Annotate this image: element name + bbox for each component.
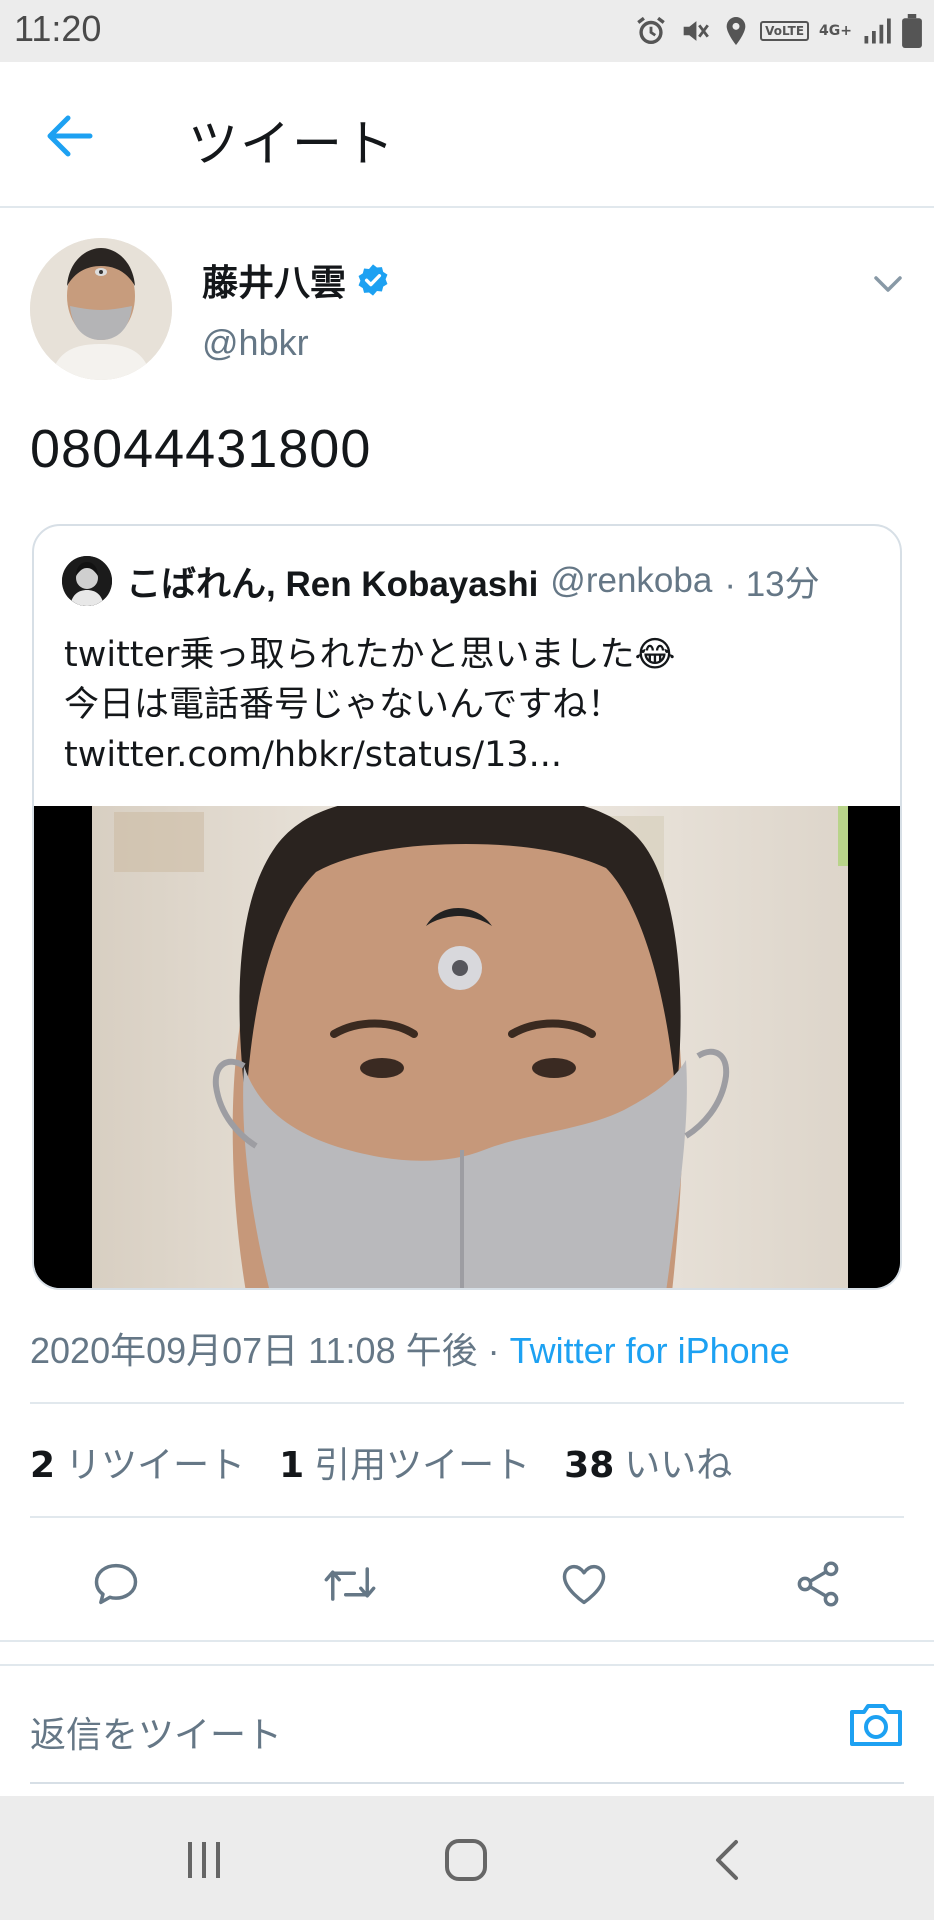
reply-button[interactable]: [88, 1556, 144, 1612]
status-bar: 11:20 VoLTE 4G+: [0, 0, 934, 62]
volte-icon: VoLTE: [760, 21, 810, 41]
reply-underline: [30, 1782, 904, 1784]
quoted-time-ago: · 13分: [724, 564, 820, 604]
alarm-icon: [637, 16, 665, 45]
quoted-author-avatar: [62, 556, 112, 606]
author-avatar[interactable]: [30, 238, 172, 380]
like-button[interactable]: [556, 1556, 612, 1612]
photo-man-with-mask: [34, 794, 900, 1288]
app-bar: ツイート: [0, 62, 934, 208]
likes-count: 38: [564, 1445, 615, 1486]
signal-icon: [864, 18, 891, 44]
reply-icon: [94, 1563, 138, 1605]
back-icon: [716, 1840, 738, 1880]
quoted-tweet-card[interactable]: こばれん, Ren Kobayashi @renkoba · 13分 twitt…: [32, 524, 902, 1290]
quoted-tweet-header: こばれん, Ren Kobayashi @renkoba · 13分: [62, 556, 820, 606]
chevron-down-icon: [874, 276, 902, 292]
quoted-tweet-text: twitter乗っ取られたかと思いました😂 今日は電話番号じゃないんですね！ t…: [64, 630, 884, 780]
author-name[interactable]: 藤井八雲: [202, 254, 390, 306]
quoted-author-name: こばれん, Ren Kobayashi: [126, 564, 539, 604]
quotes-count: 1: [279, 1445, 305, 1486]
author-handle[interactable]: @hbkr: [202, 322, 309, 364]
quoted-author-handle: @renkoba: [550, 561, 713, 600]
status-icons: VoLTE 4G+: [634, 12, 922, 50]
tweet-source-link[interactable]: Twitter for iPhone: [510, 1330, 790, 1371]
heart-icon: [562, 1564, 606, 1605]
page-title: ツイート: [188, 115, 396, 173]
author-name-text: 藤井八雲: [202, 263, 347, 304]
back-button[interactable]: [40, 108, 100, 164]
divider: [0, 1640, 934, 1642]
retweets-label: リツイート: [65, 1445, 246, 1486]
meta-separator: ·: [477, 1330, 510, 1371]
likes-label: いいね: [624, 1445, 733, 1486]
network-type-icon: 4G+: [819, 23, 852, 39]
battery-icon: [902, 14, 922, 48]
tweet-actions: [0, 1536, 934, 1626]
more-options-button[interactable]: [868, 264, 908, 304]
home-icon: [445, 1839, 487, 1881]
reply-bar: 返信をツイート: [0, 1664, 934, 1794]
quoted-text-line: twitter乗っ取られたかと思いました😂: [64, 635, 676, 675]
home-button[interactable]: [436, 1830, 496, 1890]
mute-vibrate-icon: [683, 21, 709, 41]
divider: [30, 1402, 904, 1404]
tweet-stats: 2 リツイート 1 引用ツイート 38 いいね: [30, 1436, 732, 1488]
tweet-meta: 2020年09月07日 11:08 午後 · Twitter for iPhon…: [30, 1322, 790, 1374]
recent-apps-button[interactable]: [174, 1830, 234, 1890]
tweet-text: 08044431800: [30, 419, 372, 479]
tweet-author: 藤井八雲 @hbkr: [0, 208, 934, 388]
divider: [30, 1516, 904, 1518]
retweet-icon: [324, 1567, 376, 1601]
likes-stat[interactable]: 38 いいね: [564, 1436, 732, 1488]
camera-button[interactable]: [846, 1696, 906, 1752]
system-nav-bar: [0, 1796, 934, 1920]
camera-icon: [850, 1704, 902, 1746]
retweet-button[interactable]: [322, 1556, 378, 1612]
reply-input[interactable]: 返信をツイート: [30, 1706, 282, 1758]
quoted-text-link[interactable]: twitter.com/hbkr/status/13...: [64, 730, 884, 780]
location-icon: [726, 17, 746, 45]
retweets-count: 2: [30, 1445, 56, 1486]
quoted-text-line: 今日は電話番号じゃないんですね！: [64, 685, 623, 725]
share-icon: [797, 1561, 839, 1607]
quotes-label: 引用ツイート: [314, 1445, 531, 1486]
share-button[interactable]: [790, 1556, 846, 1612]
tweet-timestamp: 2020年09月07日 11:08 午後: [30, 1330, 478, 1371]
arrow-left-icon: [47, 115, 93, 157]
verified-badge-icon: [358, 264, 388, 296]
quotes-stat[interactable]: 1 引用ツイート: [279, 1436, 530, 1488]
status-time: 11:20: [14, 8, 102, 49]
retweets-stat[interactable]: 2 リツイート: [30, 1436, 245, 1488]
recent-apps-icon: [188, 1842, 220, 1878]
system-back-button[interactable]: [698, 1830, 758, 1890]
avatar-image: [30, 238, 172, 380]
quoted-tweet-image[interactable]: [34, 794, 900, 1288]
